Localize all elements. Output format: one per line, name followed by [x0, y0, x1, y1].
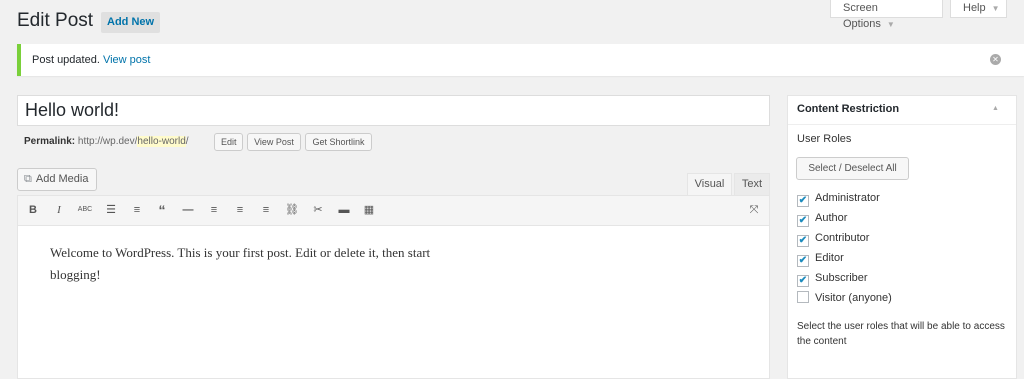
- role-checkbox-row[interactable]: ✔ Subscriber: [797, 271, 868, 287]
- role-checkbox-row[interactable]: Visitor (anyone): [797, 291, 892, 305]
- role-label: Visitor (anyone): [815, 292, 892, 304]
- role-label: Contributor: [815, 232, 870, 244]
- roles-description: Select the user roles that will be able …: [797, 321, 1005, 347]
- view-post-link[interactable]: View post: [103, 54, 151, 66]
- content-line: Welcome to WordPress. This is your first…: [50, 245, 431, 260]
- role-checkbox-row[interactable]: ✔ Contributor: [797, 231, 870, 247]
- permalink-slug[interactable]: hello-world: [137, 136, 186, 147]
- role-label: Editor: [815, 252, 844, 264]
- select-deselect-all-button[interactable]: Select / Deselect All: [796, 157, 909, 180]
- page-title: Edit Post: [17, 10, 94, 31]
- chevron-down-icon: ▼: [991, 4, 1000, 13]
- align-center-icon[interactable]: ≡: [232, 203, 248, 217]
- checkbox[interactable]: ✔: [797, 255, 809, 267]
- numbered-list-icon[interactable]: ≡: [129, 203, 145, 217]
- role-label: Administrator: [815, 192, 880, 204]
- checkbox[interactable]: ✔: [797, 195, 809, 207]
- permalink-label: Permalink:: [24, 136, 76, 147]
- media-icon: ⧉: [24, 173, 32, 185]
- checkbox[interactable]: [797, 291, 809, 303]
- permalink-base: http://wp.dev/: [77, 136, 138, 147]
- tab-text[interactable]: Text: [734, 173, 770, 196]
- bold-icon[interactable]: B: [25, 203, 41, 217]
- italic-icon[interactable]: I: [51, 203, 67, 217]
- bullet-list-icon[interactable]: ☰: [103, 203, 119, 217]
- get-shortlink-button[interactable]: Get Shortlink: [305, 133, 372, 151]
- role-checkbox-row[interactable]: ✔ Administrator: [797, 191, 880, 207]
- link-icon[interactable]: ⛓: [284, 203, 300, 217]
- help-button[interactable]: Help ▼: [950, 0, 1007, 18]
- unlink-icon[interactable]: ✂: [310, 203, 326, 217]
- role-checkbox-row[interactable]: ✔ Author: [797, 211, 848, 227]
- screen-options-label: Screen Options: [843, 2, 881, 30]
- tab-visual[interactable]: Visual: [687, 173, 732, 196]
- role-label: Subscriber: [815, 272, 868, 284]
- view-post-button[interactable]: View Post: [247, 133, 301, 151]
- post-title-input[interactable]: Hello world!: [17, 95, 770, 126]
- horizontal-rule-icon[interactable]: —: [180, 203, 196, 217]
- chevron-down-icon: ▼: [886, 20, 895, 29]
- role-checkbox-row[interactable]: ✔ Editor: [797, 251, 844, 267]
- edit-permalink-button[interactable]: Edit: [214, 133, 243, 151]
- add-new-button[interactable]: Add New: [101, 12, 161, 33]
- checkbox[interactable]: ✔: [797, 215, 809, 227]
- blockquote-icon[interactable]: “: [154, 203, 170, 217]
- read-more-icon[interactable]: ▬: [336, 203, 352, 217]
- help-label: Help: [963, 2, 986, 14]
- dismiss-notice-icon[interactable]: ✕: [990, 54, 1001, 65]
- meta-box-title: Content Restriction: [797, 103, 900, 115]
- permalink-trail: /: [185, 136, 189, 147]
- checkbox[interactable]: ✔: [797, 235, 809, 247]
- screen-options-button[interactable]: Screen Options ▼: [830, 0, 943, 30]
- update-notice: Post updated. View post: [17, 44, 1024, 76]
- align-left-icon[interactable]: ≡: [206, 203, 222, 217]
- align-right-icon[interactable]: ≡: [258, 203, 274, 217]
- collapse-toggle-icon[interactable]: ▲: [992, 105, 999, 112]
- checkbox[interactable]: ✔: [797, 275, 809, 287]
- fullscreen-icon[interactable]: ⤧: [746, 203, 762, 217]
- permalink: Permalink: http://wp.dev/hello-world/: [24, 136, 189, 148]
- add-media-label: Add Media: [35, 173, 89, 185]
- strikethrough-icon[interactable]: ABC: [77, 203, 93, 217]
- notice-text: Post updated.: [32, 54, 100, 66]
- add-media-button[interactable]: ⧉ Add Media: [17, 168, 98, 191]
- user-roles-label: User Roles: [797, 133, 852, 145]
- role-label: Author: [815, 212, 848, 224]
- editor-content[interactable]: Welcome to WordPress. This is your first…: [50, 242, 570, 286]
- content-line: blogging!: [50, 267, 101, 282]
- toolbar-toggle-icon[interactable]: ▦: [361, 203, 377, 217]
